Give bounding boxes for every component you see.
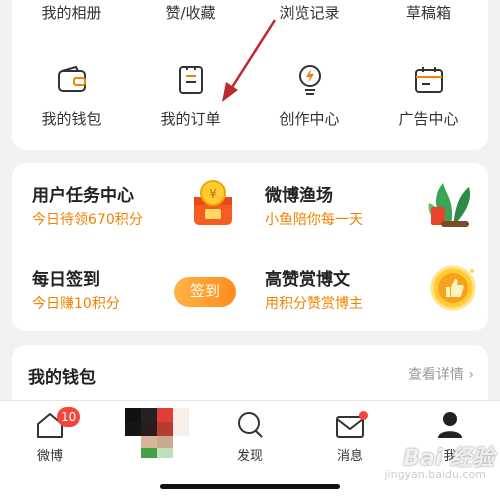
task-subtitle: 小鱼陪你每一天: [265, 212, 363, 228]
chevron-right-icon: ›: [468, 367, 474, 383]
menu-item-album[interactable]: 我的相册: [12, 2, 131, 23]
task-reward-posts[interactable]: 高赞赏博文 用积分赞赏博主: [250, 247, 488, 331]
fish-pond-icon: [425, 177, 477, 237]
task-subtitle: 今日赚10积分: [32, 296, 120, 312]
task-user-center[interactable]: 用户任务中心 今日待领670积分 ¥: [12, 163, 250, 247]
home-icon: 10: [15, 407, 85, 439]
person-icon: [415, 409, 485, 439]
menu-item-label: 草稿箱: [405, 4, 451, 22]
task-subtitle: 今日待领670积分: [32, 212, 143, 228]
home-indicator: [160, 484, 340, 489]
gold-thumb-coin-icon: [428, 263, 478, 317]
tab-discover[interactable]: 发现: [215, 409, 285, 464]
menu-item-drafts[interactable]: 草稿箱: [369, 2, 488, 23]
menu-item-label: 我的相册: [41, 4, 102, 22]
notification-badge: 10: [57, 407, 81, 427]
menu-item-label: 创作中心: [279, 110, 340, 128]
unread-dot: [359, 411, 368, 420]
tab-messages[interactable]: 消息: [315, 409, 385, 464]
tab-home[interactable]: 10 微博: [15, 407, 85, 464]
svg-text:¥: ¥: [209, 187, 217, 201]
menu-item-label: 我的订单: [160, 110, 221, 128]
menu-item-wallet[interactable]: 我的钱包: [12, 62, 131, 129]
task-title: 每日签到: [32, 270, 100, 290]
task-title: 微博渔场: [265, 186, 333, 206]
menu-item-label: 浏览记录: [279, 4, 340, 22]
tab-label: 发现: [236, 449, 263, 464]
search-icon: [215, 409, 285, 439]
task-daily-checkin: 每日签到 今日赚10积分 签到: [12, 247, 250, 331]
mail-icon: [315, 409, 385, 439]
wallet-details-label: 查看详情: [407, 367, 464, 383]
mosaic-post-button[interactable]: [125, 408, 200, 458]
wallet-icon: [12, 62, 131, 98]
annotation-arrow-icon: [217, 18, 279, 106]
task-title: 高赞赏博文: [265, 270, 350, 290]
checkin-button[interactable]: 签到: [174, 277, 236, 307]
menu-item-label: 广告中心: [398, 110, 459, 128]
menu-card: 我的相册 赞/收藏 浏览记录 草稿箱 我的钱包 我的订单 创作中心 广告中心: [12, 0, 488, 150]
tab-label: 消息: [336, 449, 363, 464]
task-title: 用户任务中心: [32, 186, 134, 206]
menu-item-label: 赞/收藏: [165, 4, 216, 22]
task-subtitle: 用积分赞赏博主: [265, 296, 363, 312]
wallet-card[interactable]: 我的钱包 查看详情 ›: [12, 345, 488, 405]
tab-label: 微博: [36, 449, 63, 464]
task-fish-pond[interactable]: 微博渔场 小鱼陪你每一天: [250, 163, 488, 247]
menu-item-label: 我的钱包: [41, 110, 102, 128]
menu-item-ads[interactable]: 广告中心: [369, 62, 488, 129]
wallet-title: 我的钱包: [28, 368, 96, 388]
gift-coin-box-icon: ¥: [190, 179, 236, 233]
calendar-ad-icon: [369, 62, 488, 98]
baidu-watermark-url: jingyan.baidu.com: [384, 468, 486, 481]
tasks-card: 用户任务中心 今日待领670积分 ¥ 微博渔场 小鱼陪你每一天 每日签到 今日赚…: [12, 163, 488, 331]
wallet-details-link[interactable]: 查看详情 ›: [408, 364, 474, 384]
